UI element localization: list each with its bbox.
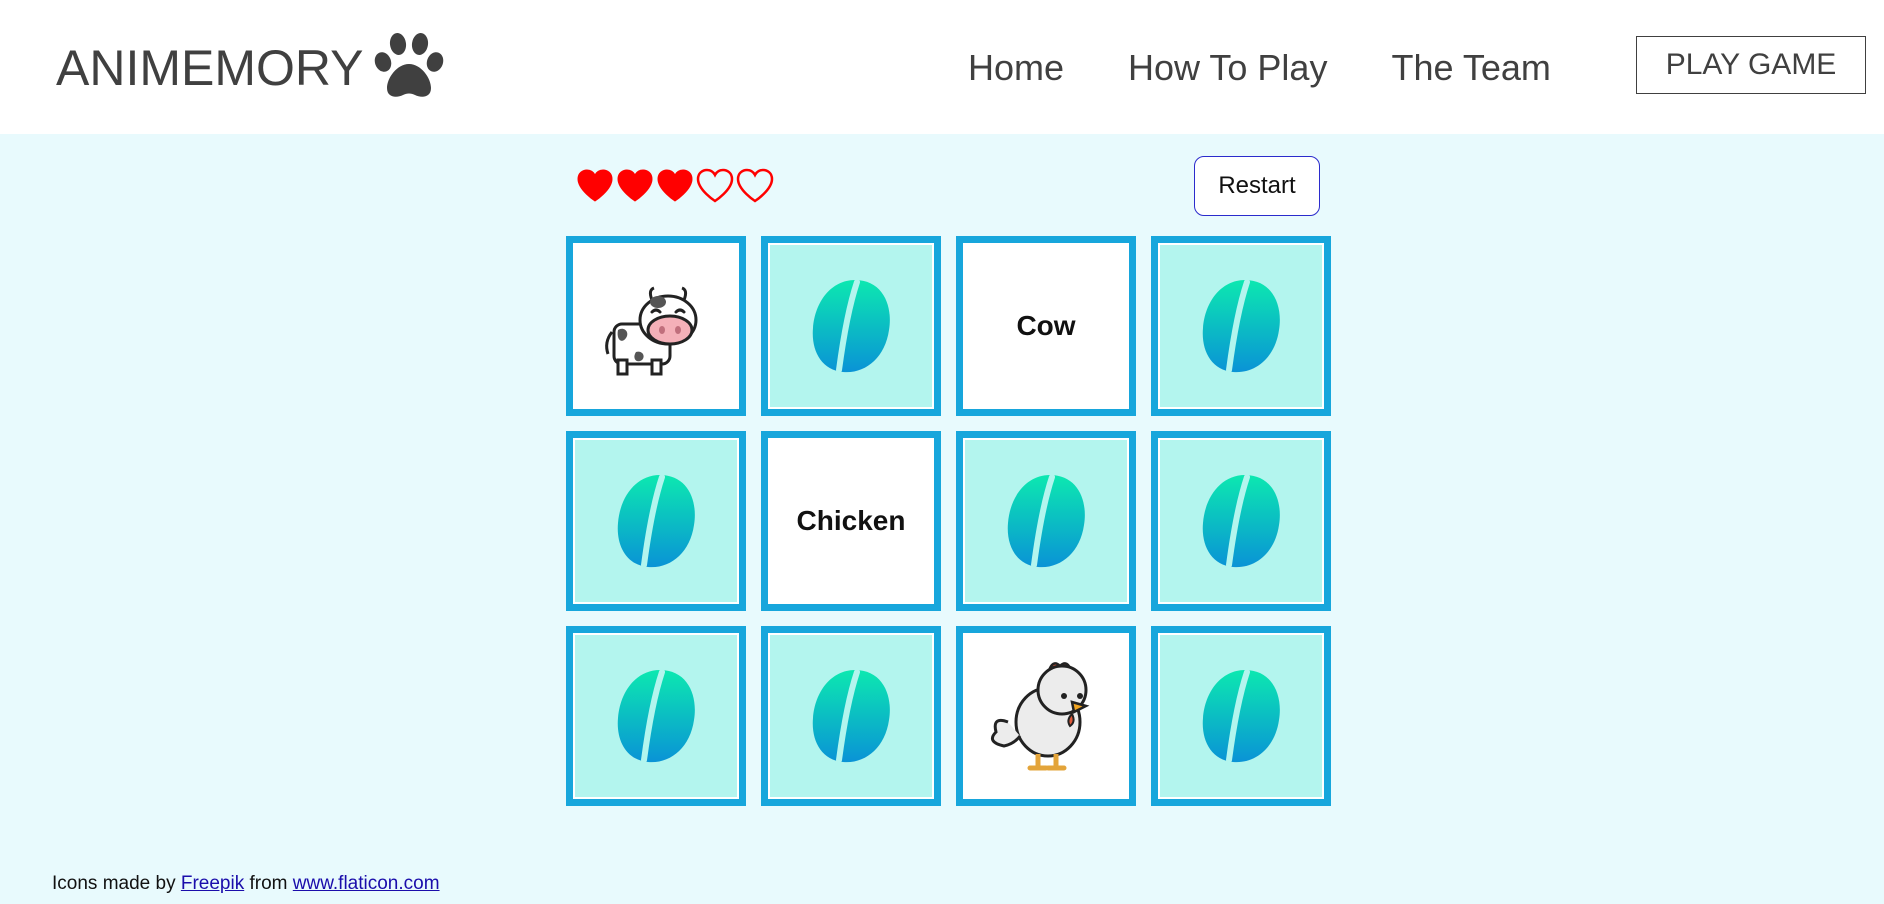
heart-full-icon bbox=[617, 169, 653, 202]
leaf-icon bbox=[1202, 279, 1280, 373]
heart-empty-icon bbox=[696, 168, 734, 203]
heart-empty-icon bbox=[736, 168, 774, 203]
attribution-prefix: Icons made by bbox=[52, 873, 176, 894]
attribution-middle: from bbox=[249, 873, 288, 894]
card-face-down[interactable] bbox=[566, 626, 746, 806]
leaf-icon bbox=[1202, 474, 1280, 568]
card-word[interactable]: Chicken bbox=[761, 431, 941, 611]
card-picture[interactable] bbox=[566, 236, 746, 416]
card-grid: Cow Chicken bbox=[566, 236, 1331, 806]
card-face-down[interactable] bbox=[1151, 431, 1331, 611]
cow-icon bbox=[605, 286, 698, 376]
flaticon-link[interactable]: www.flaticon.com bbox=[293, 873, 440, 894]
card-face-down[interactable] bbox=[1151, 236, 1331, 416]
lives-indicator bbox=[576, 166, 776, 206]
card-face-down[interactable] bbox=[1151, 626, 1331, 806]
card-word-label: Chicken bbox=[796, 505, 906, 536]
leaf-icon bbox=[1202, 669, 1280, 763]
card-word-label: Cow bbox=[1016, 310, 1076, 341]
heart-full-icon bbox=[657, 169, 693, 202]
nav-home-link[interactable]: Home bbox=[968, 47, 1064, 89]
site-header: ANIMEMORY Home How To Play The Team PLAY… bbox=[0, 0, 1884, 134]
card-picture[interactable] bbox=[956, 626, 1136, 806]
play-game-button[interactable]: PLAY GAME bbox=[1636, 36, 1866, 94]
restart-button[interactable]: Restart bbox=[1194, 156, 1320, 216]
heart-full-icon bbox=[577, 169, 613, 202]
leaf-icon bbox=[617, 474, 695, 568]
card-face-down[interactable] bbox=[956, 431, 1136, 611]
leaf-icon bbox=[812, 669, 890, 763]
paw-icon bbox=[375, 33, 444, 97]
nav-how-to-play-link[interactable]: How To Play bbox=[1128, 47, 1327, 89]
nav-the-team-link[interactable]: The Team bbox=[1391, 47, 1550, 89]
main-nav: Home How To Play The Team bbox=[968, 40, 1615, 96]
card-face-down[interactable] bbox=[761, 236, 941, 416]
chicken-icon bbox=[990, 662, 1090, 771]
freepik-link[interactable]: Freepik bbox=[181, 873, 244, 894]
brand-logo[interactable]: ANIMEMORY bbox=[56, 33, 449, 100]
leaf-icon bbox=[617, 669, 695, 763]
leaf-icon bbox=[1007, 474, 1085, 568]
brand-name: ANIMEMORY bbox=[56, 40, 364, 96]
card-face-down[interactable] bbox=[761, 626, 941, 806]
attribution-footer: Icons made by Freepik from www.flaticon.… bbox=[52, 873, 440, 895]
leaf-icon bbox=[812, 279, 890, 373]
card-word[interactable]: Cow bbox=[956, 236, 1136, 416]
card-face-down[interactable] bbox=[566, 431, 746, 611]
